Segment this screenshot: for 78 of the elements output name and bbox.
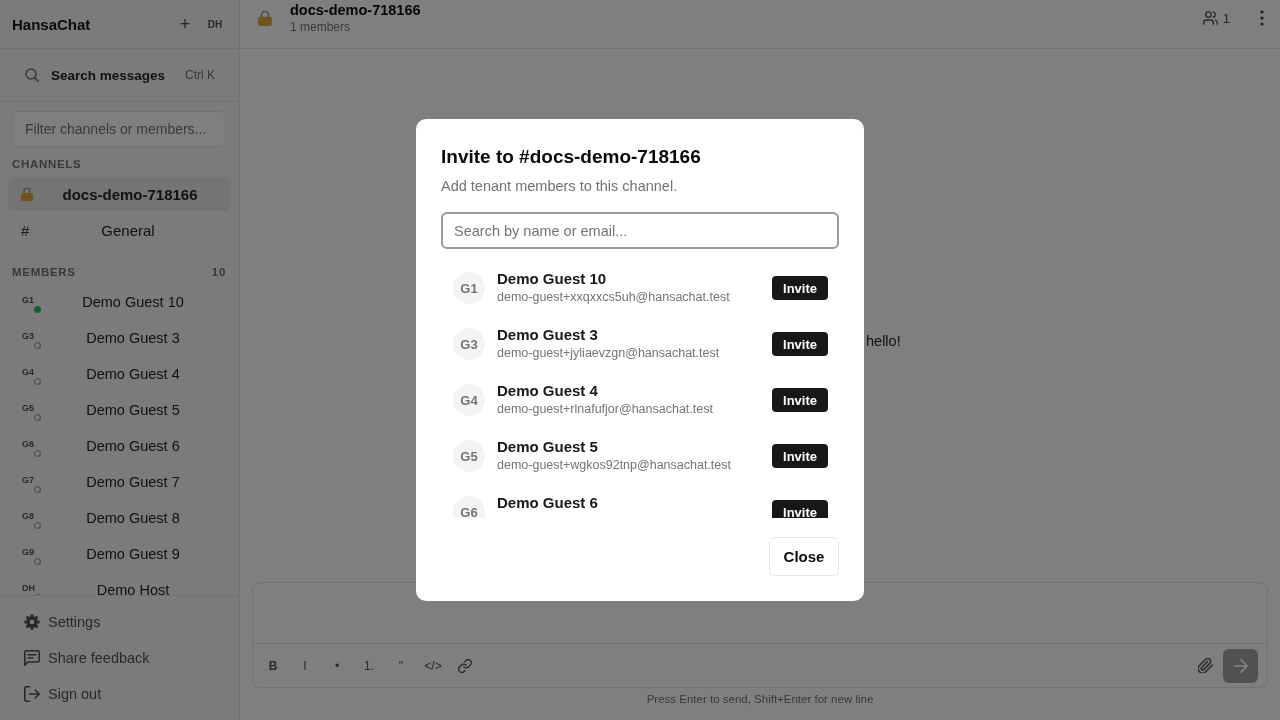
member-initials: G7 (22, 475, 34, 486)
close-button[interactable]: Close (769, 537, 839, 576)
member-name: Demo Guest 3 (497, 326, 598, 344)
member-avatar: G5 (453, 440, 485, 472)
member-initials: G5 (22, 403, 34, 414)
member-avatar: G4 (453, 384, 485, 416)
channel-subtitle: 1 members (290, 19, 351, 35)
sign-out-icon (24, 686, 40, 702)
padlock-icon (21, 187, 33, 201)
search-messages-button[interactable]: Search messages Ctrl K (0, 49, 239, 102)
channel-title: docs-demo-718166 (290, 1, 421, 19)
filter-field[interactable]: Filter channels or members... (12, 111, 226, 147)
dialog-subtitle: Add tenant members to this channel. (441, 177, 679, 196)
arrow-right-icon (1233, 658, 1248, 673)
member-initials: G1 (22, 295, 34, 306)
keyboard-hint: Press Enter to send, Shift+Enter for new line (645, 692, 875, 707)
section-heading: CHANNELS (12, 157, 82, 171)
member-email: demo-guest+rlnafufjor@hansachat.test (497, 401, 713, 418)
invite-button[interactable]: Invite (772, 444, 828, 468)
invite-button[interactable]: Invite (772, 500, 828, 518)
member-avatar: G1 (453, 272, 485, 304)
member-name: Demo Guest 4 (497, 382, 598, 400)
member-name: Demo Guest 6 (497, 494, 598, 512)
message-text: hello! (866, 332, 901, 351)
channel-item[interactable]: docs-demo-718166 (8, 177, 230, 211)
bold-button[interactable]: B (257, 651, 289, 680)
member-avatar: G6 (453, 496, 485, 518)
member-initials: G8 (22, 511, 34, 522)
member-item[interactable]: G1 Demo Guest 10 (8, 284, 230, 320)
invite-button[interactable]: Invite (772, 332, 828, 356)
member-initials: G9 (22, 547, 34, 558)
member-initials: G6 (22, 439, 34, 450)
member-item[interactable]: G7 Demo Guest 7 (8, 464, 230, 500)
member-item[interactable]: G5 Demo Guest 5 (8, 392, 230, 428)
member-name: Demo Guest 5 (497, 438, 598, 456)
message-icon (24, 650, 40, 666)
member-initials: DH (22, 583, 35, 594)
member-email: demo-guest+wgkos92tnp@hansachat.test (497, 457, 731, 474)
member-initials: G3 (22, 331, 34, 342)
quote-button[interactable]: " (385, 651, 417, 680)
add-button[interactable]: + (173, 12, 197, 36)
numbered-list-button[interactable]: 1. (353, 651, 385, 680)
hash-symbol: # (21, 221, 29, 239)
member-item[interactable]: G6 Demo Guest 6 (8, 428, 230, 464)
member-item[interactable]: G4 Demo Guest 4 (8, 356, 230, 392)
sign-out-button[interactable]: Sign out (12, 676, 227, 712)
member-count: 10 (211, 265, 226, 279)
link-icon (458, 658, 472, 673)
shortcut-hint: Ctrl K (185, 68, 215, 82)
member-item[interactable]: G8 Demo Guest 8 (8, 500, 230, 536)
member-item[interactable]: G3 Demo Guest 3 (8, 320, 230, 356)
member-email: demo-guest+jyliaevzgn@hansachat.test (497, 345, 720, 362)
member-search-field[interactable]: Search by name or email... (441, 212, 839, 249)
settings-button[interactable]: Settings (12, 604, 227, 640)
bullet-list-button[interactable]: • (321, 651, 353, 680)
member-item[interactable]: G9 Demo Guest 9 (8, 536, 230, 572)
invite-button[interactable]: Invite (772, 276, 828, 300)
italic-button[interactable]: I (289, 651, 321, 680)
app-title: HansaChat (12, 15, 91, 33)
share-feedback-button[interactable]: Share feedback (12, 640, 227, 676)
gear-icon (24, 614, 40, 630)
member-avatar: G3 (453, 328, 485, 360)
member-item[interactable]: DH Demo Host (8, 572, 230, 595)
code-button[interactable]: </> (417, 651, 449, 680)
members-button[interactable]: 1 (1202, 6, 1230, 30)
member-name: Demo Guest 10 (497, 270, 607, 288)
paperclip-icon (1197, 658, 1213, 673)
user-initials-button[interactable]: DH (203, 12, 227, 36)
people-icon (1202, 11, 1218, 25)
invite-button[interactable]: Invite (772, 388, 828, 412)
section-heading: MEMBERS (12, 265, 76, 279)
member-email: demo-guest+xxqxxcs5uh@hansachat.test (497, 289, 730, 306)
channel-item[interactable]: # General (8, 213, 230, 247)
dialog-title: Invite to #docs-demo-718166 (441, 145, 702, 169)
member-initials: G4 (22, 367, 34, 378)
search-icon (25, 68, 39, 82)
padlock-icon (258, 10, 272, 26)
kebab-icon (1260, 10, 1264, 26)
